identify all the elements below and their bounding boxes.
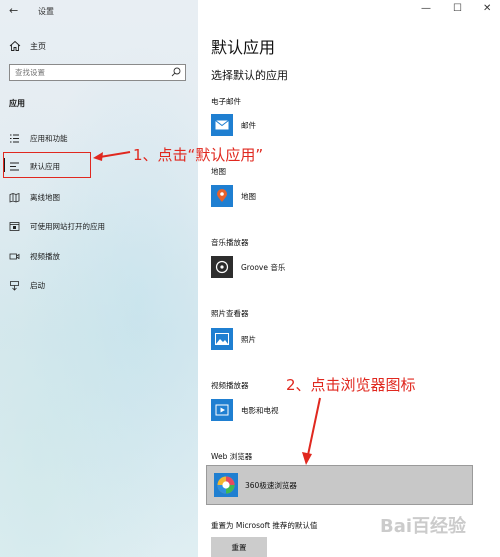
default-apps-icon [10,162,19,170]
sidebar-item-label: 可使用网站打开的应用 [30,221,105,231]
photos-icon [211,328,233,350]
category-heading: 视频播放器 [211,381,249,390]
section-heading: 应用 [9,99,25,108]
app-name: 地图 [241,191,256,201]
web-app-icon [9,221,20,231]
back-button[interactable]: ← [9,4,18,17]
list-icon [10,134,19,142]
default-app-video[interactable]: 电影和电视 [211,399,279,421]
selected-indicator [3,158,5,172]
home-label: 主页 [30,41,46,51]
browser-360-icon [214,473,238,497]
category-heading: Web 浏览器 [211,452,253,461]
sidebar-item-label: 默认应用 [30,161,60,171]
map-icon [9,192,20,203]
maximize-button[interactable]: ☐ [453,3,462,14]
default-app-photos[interactable]: 照片 [211,328,256,350]
app-name: Groove 音乐 [241,262,286,272]
groove-music-icon [211,256,233,278]
app-name: 照片 [241,334,256,344]
category-heading: 照片查看器 [211,309,249,318]
home-nav[interactable]: 主页 [9,40,46,52]
default-app-maps[interactable]: 地图 [211,185,256,207]
annotation-step1: 1、点击“默认应用” [133,146,264,164]
video-icon [9,253,20,259]
reset-label: 重置为 Microsoft 推荐的默认值 [211,521,318,530]
default-app-web-browser[interactable]: 360极速浏览器 [206,465,473,505]
sidebar-item-label: 视频播放 [30,251,60,261]
sidebar-item-video-playback[interactable]: 视频播放 [9,249,60,263]
sidebar-item-label: 应用和功能 [30,133,68,143]
app-name: 邮件 [241,120,256,130]
minimize-button[interactable]: — [421,3,431,14]
category-heading: 音乐播放器 [211,238,249,247]
sidebar-item-apps-for-websites[interactable]: 可使用网站打开的应用 [9,219,105,233]
mail-icon [211,114,233,136]
annotation-step2: 2、点击浏览器图标 [286,376,416,394]
search-icon[interactable] [171,67,181,77]
home-icon [9,40,21,51]
default-app-email[interactable]: 邮件 [211,114,256,136]
default-app-music[interactable]: Groove 音乐 [211,256,285,278]
movies-tv-icon [211,399,233,421]
sidebar-item-label: 离线地图 [30,192,60,202]
category-heading: 地图 [211,167,226,176]
reset-button[interactable]: 重置 [211,537,267,557]
title-bar: ← 设置 [0,0,198,22]
page-subtitle: 选择默认的应用 [211,69,288,82]
page-title: 默认应用 [211,38,276,57]
watermark: Bai百经验 [380,516,467,537]
app-title: 设置 [38,7,54,16]
main-panel: — ☐ ✕ 默认应用 选择默认的应用 电子邮件 邮件 地图 地图 音乐播放器 G… [198,0,500,557]
category-heading: 电子邮件 [211,97,241,106]
search-input[interactable] [10,65,170,80]
sidebar-item-startup[interactable]: 启动 [9,278,45,292]
search-box[interactable] [9,64,186,81]
map-pin-icon [211,185,233,207]
sidebar-item-apps-features[interactable]: 应用和功能 [9,131,68,145]
app-name: 360极速浏览器 [245,480,297,490]
sidebar-item-label: 启动 [30,280,45,290]
sidebar-item-offline-maps[interactable]: 离线地图 [9,190,60,204]
close-button[interactable]: ✕ [483,3,491,14]
sidebar-item-default-apps[interactable]: 默认应用 [9,159,60,173]
app-name: 电影和电视 [241,405,279,415]
startup-icon [10,280,19,291]
